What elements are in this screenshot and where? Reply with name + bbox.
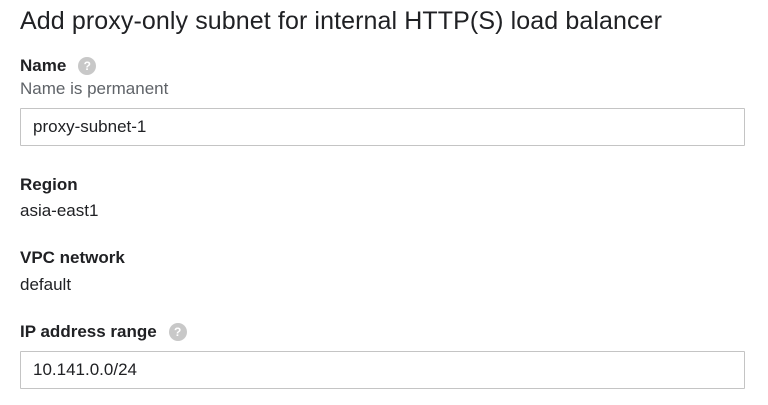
subnet-form: Add proxy-only subnet for internal HTTP(… (0, 0, 768, 405)
ip-range-label-row: IP address range ? (20, 322, 187, 342)
page-title: Add proxy-only subnet for internal HTTP(… (20, 7, 663, 35)
vpc-network-label-row: VPC network (20, 248, 125, 268)
region-label-row: Region (20, 175, 78, 195)
name-input[interactable] (20, 108, 745, 146)
name-label-row: Name ? (20, 56, 97, 76)
vpc-network-label: VPC network (20, 248, 125, 267)
ip-range-input[interactable] (20, 351, 745, 389)
name-hint: Name is permanent (20, 79, 169, 98)
name-label: Name (20, 56, 67, 75)
region-value: asia-east1 (20, 201, 99, 220)
region-label: Region (20, 175, 78, 194)
vpc-network-value: default (20, 275, 72, 294)
help-icon[interactable]: ? (168, 323, 187, 341)
help-icon[interactable]: ? (78, 57, 97, 75)
ip-range-label: IP address range (20, 322, 157, 341)
